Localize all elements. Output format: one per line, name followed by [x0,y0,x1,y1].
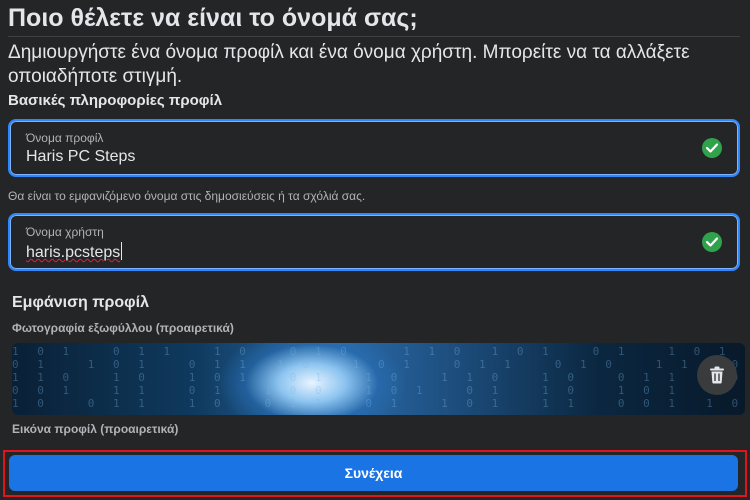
profile-name-field[interactable]: Όνομα προφίλ Haris PC Steps [8,119,740,177]
profile-name-label: Όνομα προφίλ [26,131,104,145]
page-subtitle: Δημιουργήστε ένα όνομα προφίλ και ένα όν… [8,42,690,87]
basic-info-heading: Βασικές πληροφορίες προφίλ [8,92,223,109]
profile-name-value[interactable]: Haris PC Steps [26,148,135,166]
username-field[interactable]: Όνομα χρήστη haris.pcsteps [8,213,740,271]
profile-name-helper: Θα είναι το εμφανιζόμενο όνομα στις δημο… [8,189,366,203]
check-circle-icon [702,232,722,252]
username-input-wrap[interactable]: haris.pcsteps [26,242,123,262]
username-label: Όνομα χρήστη [26,225,104,239]
delete-cover-button[interactable] [697,355,737,395]
text-caret [121,242,123,260]
cover-photo[interactable]: 1 0 1 0 1 1 1 0 0 1 0 1 1 0 1 0 1 0 1 1 … [12,343,745,415]
header-divider [8,36,740,37]
continue-button[interactable]: Συνέχεια [9,455,738,491]
cover-photo-pattern: 1 0 1 0 1 1 1 0 0 1 0 1 1 0 1 0 1 0 1 1 … [12,345,745,410]
cover-photo-label: Φωτογραφία εξωφύλλου (προαιρετικά) [12,321,234,335]
username-value[interactable]: haris.pcsteps [26,244,120,261]
check-circle-icon [702,138,722,158]
profile-picture-label: Εικόνα προφίλ (προαιρετικά) [12,422,179,436]
page-title: Ποιο θέλετε να είναι το όνομά σας; [8,4,418,32]
appearance-heading: Εμφάνιση προφίλ [12,294,149,311]
